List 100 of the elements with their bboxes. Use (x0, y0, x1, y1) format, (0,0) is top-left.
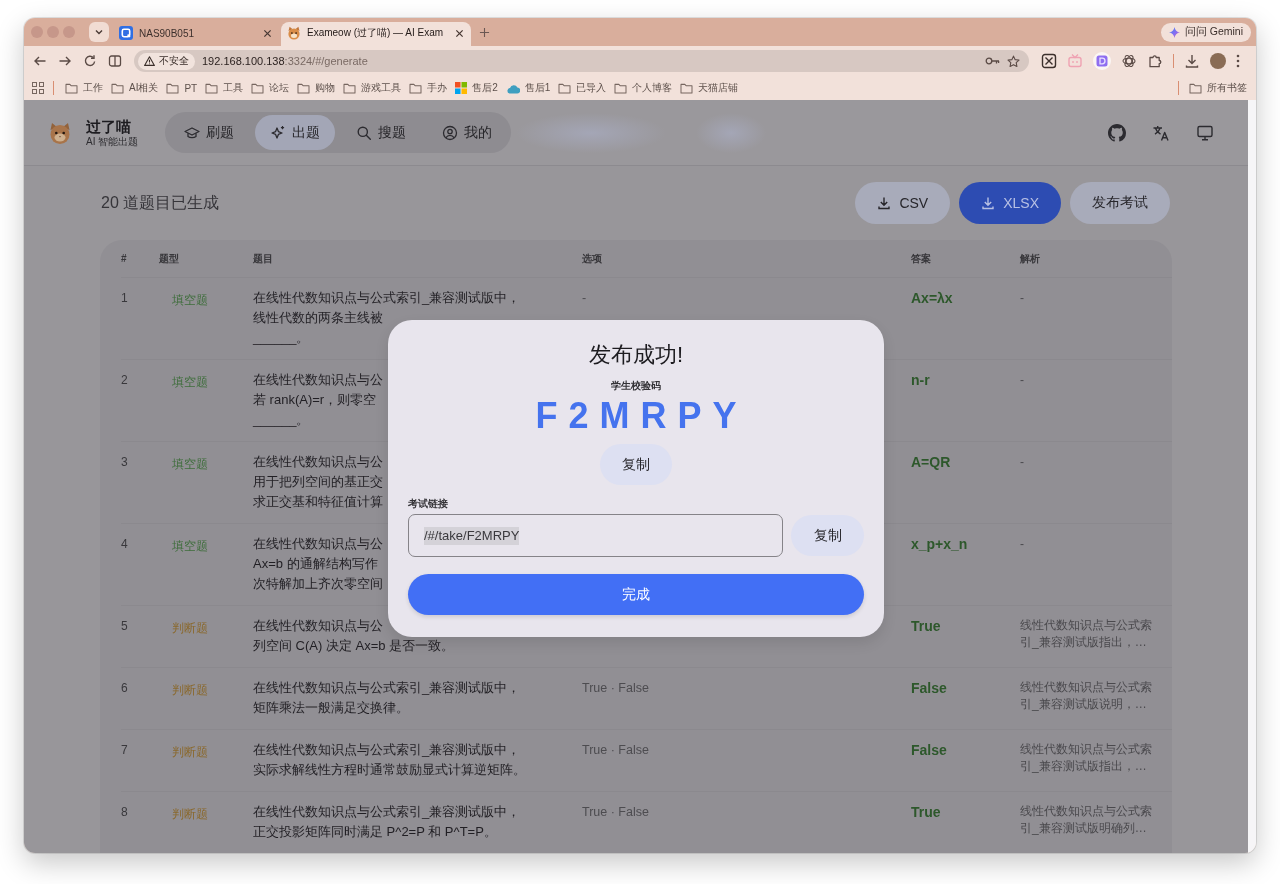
folder-icon (343, 82, 357, 94)
cat-face-icon (287, 26, 301, 40)
copy-button[interactable]: 复制 (600, 444, 672, 485)
column-header: 解析 (1020, 252, 1040, 265)
answer-text: True (911, 803, 941, 822)
sparkle-icon (270, 124, 287, 141)
question-text: 线性代数的两条主线被 (253, 309, 383, 327)
question-type-label: 判断题 (172, 620, 208, 637)
question-text: 在线性代数知识点与公 (253, 617, 383, 635)
browser-tab[interactable]: Exameow (过了喵) — AI Exam (281, 22, 471, 46)
star-icon[interactable] (1007, 54, 1020, 68)
user-circle-icon (442, 124, 459, 141)
bookmark-item[interactable]: 工作 (65, 81, 103, 95)
explanation-text: - (1020, 536, 1024, 553)
key-icon[interactable] (985, 55, 1000, 67)
forward-icon[interactable] (58, 54, 72, 68)
folder-icon (558, 82, 572, 94)
question-type-label: 填空题 (172, 538, 208, 555)
verification-code: F2MRPY (534, 396, 748, 436)
knot-icon[interactable] (1121, 53, 1137, 69)
explanation-text: 线性代数知识点与公式索引_兼容测试版明确列… (1020, 803, 1153, 837)
split-view-icon[interactable] (108, 54, 122, 68)
bookmark-item[interactable]: AI相关 (111, 81, 159, 95)
folder-icon (409, 82, 423, 94)
more-options-icon[interactable] (1236, 54, 1240, 68)
answer-text: False (911, 741, 947, 760)
cat-logo-icon (48, 120, 72, 145)
options-text: True · False (582, 680, 649, 697)
warning-icon (144, 56, 155, 66)
apps-grid-icon[interactable] (32, 82, 44, 94)
question-text: 在线性代数知识点与公 (253, 371, 383, 389)
bookmark-item[interactable]: 所有书签 (1189, 81, 1247, 95)
question-text: Ax=b 的通解结构写作 (253, 555, 378, 573)
result-summary: 20 道题目已生成 (101, 192, 221, 213)
bookmark-item[interactable]: 游戏工具 (343, 81, 402, 95)
tab-search-button[interactable] (89, 22, 109, 42)
bookmark-item[interactable]: 个人博客 (614, 81, 673, 95)
folder-icon (1189, 82, 1202, 94)
bookmark-item[interactable]: 天猫店铺 (680, 81, 739, 95)
answer-text: n-r (911, 371, 930, 390)
explanation-text: 线性代数知识点与公式索引_兼容测试版说明，… (1020, 679, 1153, 713)
column-header: 题目 (253, 252, 273, 265)
link-field[interactable]: /#/take/F2MRPY (408, 514, 783, 557)
bookmark-item[interactable]: 售后2 (455, 81, 498, 95)
bookmark-item[interactable]: 购物 (297, 81, 336, 95)
question-text: 在线性代数知识点与公式索引_兼容测试版中，矩阵乘法一般满足交换律。 (253, 679, 522, 717)
code-label: 学生校验码 (611, 379, 661, 392)
crossed-box-icon[interactable] (1041, 53, 1057, 69)
row-number: 4 (121, 536, 128, 553)
browser-tab[interactable]: NAS90B051 (113, 22, 279, 46)
url-text: 192.168.100.138:3324/#/generate (202, 55, 368, 67)
answer-text: A=QR (911, 453, 951, 472)
row-number: 2 (121, 372, 128, 389)
answer-text: Ax=λx (911, 289, 953, 308)
done-button[interactable]: 完成 (408, 574, 864, 615)
nav-tab[interactable]: 出题 (255, 115, 336, 150)
options-text: True · False (582, 804, 649, 821)
question-text: ______。 (253, 411, 310, 429)
answer-text: False (911, 679, 947, 698)
nav-tab[interactable]: 搜题 (341, 115, 422, 150)
security-chip[interactable]: 不安全 (138, 52, 195, 70)
app-tile-icon[interactable] (1093, 52, 1111, 70)
close-icon[interactable] (263, 28, 272, 38)
reload-icon[interactable] (83, 54, 97, 68)
field-label: 考试链接 (408, 497, 448, 510)
answer-text: x_p+x_n (911, 535, 968, 554)
copy-button[interactable]: 复制 (791, 515, 864, 556)
bookmark-item[interactable]: 工具 (205, 81, 244, 95)
translate-icon[interactable] (1152, 123, 1170, 142)
row-number: 3 (121, 454, 128, 471)
bookmark-item[interactable]: PT (166, 82, 198, 94)
close-icon[interactable] (455, 28, 464, 38)
question-text: 次特解加上齐次零空间 (253, 575, 383, 593)
folder-icon (614, 82, 628, 94)
monitor-icon[interactable] (1196, 123, 1214, 142)
download-button[interactable]: CSV (855, 182, 951, 224)
back-icon[interactable] (33, 54, 47, 68)
download-icon[interactable] (1184, 53, 1200, 69)
options-text: - (582, 290, 587, 307)
avatar-icon[interactable] (1210, 53, 1226, 69)
puzzle-icon[interactable] (1147, 53, 1163, 69)
nav-tab[interactable]: 刷题 (169, 115, 250, 150)
plus-icon[interactable] (479, 26, 490, 38)
address-bar[interactable]: 不安全 192.168.100.138:3324/#/generate (134, 50, 1029, 72)
answer-text: True (911, 617, 941, 636)
publish-button[interactable]: 发布考试 (1070, 182, 1170, 224)
bookmark-item[interactable]: 论坛 (251, 81, 290, 95)
bookmark-item[interactable]: 手办 (409, 81, 448, 95)
explanation-text: 线性代数知识点与公式索引_兼容测试版指出，… (1020, 741, 1153, 775)
gemini-button[interactable]: 问问 Gemini (1160, 22, 1251, 42)
question-type-label: 判断题 (172, 744, 208, 761)
folder-icon (251, 82, 265, 94)
nav-tab[interactable]: 我的 (427, 115, 508, 150)
question-text: 在线性代数知识点与公式索引_兼容测试版中， (253, 289, 521, 307)
bookmark-item[interactable]: 售后1 (505, 81, 551, 95)
brand-tagline: AI 智能出题 (86, 135, 139, 148)
download-button[interactable]: XLSX (959, 182, 1061, 224)
bookmark-item[interactable]: 已导入 (558, 81, 607, 95)
question-text: 求正交基和特征值计算 (253, 493, 383, 511)
github-icon[interactable] (1108, 123, 1126, 142)
